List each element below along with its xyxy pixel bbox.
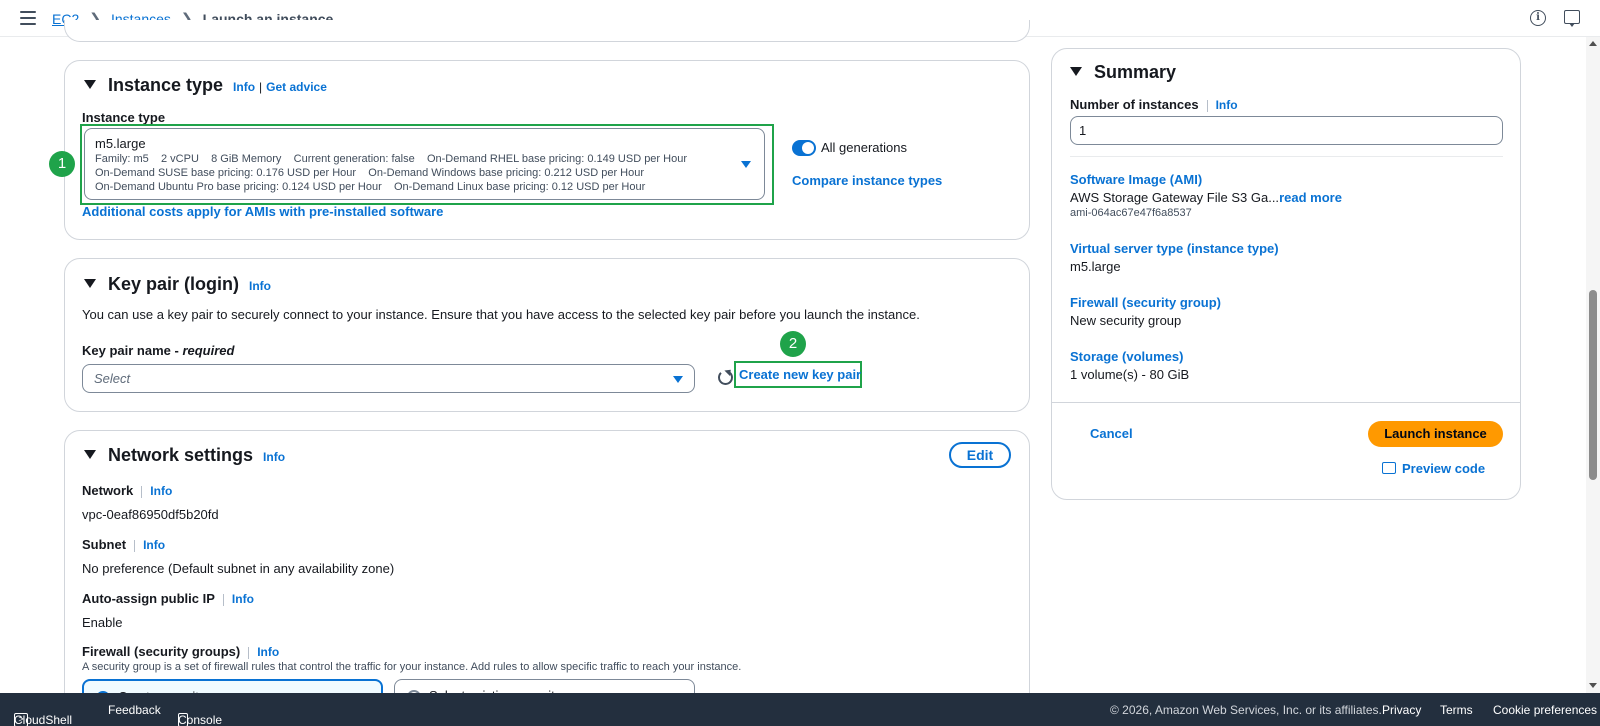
num-instances-label-text: Number of instances <box>1070 97 1199 112</box>
launch-instance-button[interactable]: Launch instance <box>1368 421 1503 447</box>
info-icon[interactable]: i <box>1530 10 1546 26</box>
scroll-up-icon[interactable] <box>1589 41 1597 46</box>
ami-link[interactable]: Software Image (AMI) <box>1070 172 1202 187</box>
firewall-summary-value: New security group <box>1070 313 1182 328</box>
storage-summary-link[interactable]: Storage (volumes) <box>1070 349 1183 364</box>
instance-type-select[interactable]: m5.large Family: m5 2 vCPU 8 GiB Memory … <box>84 128 765 200</box>
copyright-text: © 2026, Amazon Web Services, Inc. or its… <box>1110 703 1382 717</box>
mobile-app-label: Console Mobile App <box>178 713 223 726</box>
ami-value-text: AWS Storage Gateway File S3 Ga... <box>1070 190 1280 205</box>
key-pair-info-link[interactable]: Info <box>249 279 271 293</box>
collapse-triangle-icon[interactable] <box>84 80 96 89</box>
additional-costs-link[interactable]: Additional costs apply for AMIs with pre… <box>82 204 443 219</box>
dropdown-caret-icon <box>741 161 751 168</box>
refresh-icon[interactable] <box>718 370 733 385</box>
key-pair-name-text: Key pair name - <box>82 343 183 358</box>
summary-header[interactable]: Summary <box>1070 62 1176 83</box>
firewall-description: A security group is a set of firewall ru… <box>82 661 742 673</box>
network-field-info-link[interactable]: Info <box>150 484 172 498</box>
instance-type-info-link[interactable]: Info <box>233 80 255 94</box>
separator <box>222 593 224 606</box>
read-more-link[interactable]: read more <box>1279 190 1342 205</box>
step-badge-1: 1 <box>49 151 75 177</box>
storage-summary-value: 1 volume(s) - 80 GiB <box>1070 367 1190 382</box>
scrollbar-thumb[interactable] <box>1589 290 1597 480</box>
instance-type-detail-1: Family: m5 2 vCPU 8 GiB Memory Current g… <box>95 153 687 165</box>
preview-code-link[interactable]: Preview code <box>1382 461 1485 476</box>
network-info-link[interactable]: Info <box>263 450 285 464</box>
network-label-text: Network <box>82 483 134 498</box>
ami-id: ami-064ac67e47f6a8537 <box>1070 207 1192 219</box>
separator <box>141 485 143 498</box>
feedback-link[interactable]: Feedback <box>108 703 161 717</box>
required-text: required <box>182 343 235 358</box>
key-pair-title: Key pair (login) <box>108 274 240 294</box>
subnet-info-link[interactable]: Info <box>143 538 165 552</box>
instance-type-detail-2: On-Demand SUSE base pricing: 0.176 USD p… <box>95 167 645 179</box>
network-settings-title: Network settings <box>108 445 254 465</box>
instance-type-selected-value: m5.large <box>95 136 146 151</box>
cancel-button[interactable]: Cancel <box>1090 426 1133 441</box>
footer: >CloudShell Feedback Console Mobile App … <box>0 693 1600 726</box>
key-pair-header[interactable]: Key pair (login) Info <box>84 274 271 295</box>
previous-section-card <box>64 20 1030 42</box>
firewall-label: Firewall (security groups) Info <box>82 644 279 659</box>
separator: | <box>259 80 263 94</box>
network-value: vpc-0eaf86950df5b20fd <box>82 507 219 522</box>
ami-value: AWS Storage Gateway File S3 Ga...read mo… <box>1070 190 1342 205</box>
all-generations-toggle[interactable] <box>792 140 816 156</box>
num-instances-input[interactable]: 1 <box>1070 116 1503 145</box>
key-pair-name-label: Key pair name - required <box>82 343 234 358</box>
firewall-info-link[interactable]: Info <box>257 645 279 659</box>
preview-code-label: Preview code <box>1402 461 1486 476</box>
privacy-link[interactable]: Privacy <box>1382 703 1421 717</box>
instance-type-header[interactable]: Instance type Info | Get advice <box>84 75 327 96</box>
collapse-triangle-icon[interactable] <box>84 450 96 459</box>
collapse-triangle-icon[interactable] <box>84 279 96 288</box>
all-generations-label: All generations <box>821 140 907 155</box>
divider <box>1070 156 1503 157</box>
instance-type-field-label: Instance type <box>82 110 166 125</box>
dropdown-caret-icon <box>673 376 683 383</box>
divider <box>1052 402 1520 403</box>
feedback-icon[interactable] <box>1564 10 1580 27</box>
num-instances-label: Number of instances Info <box>1070 97 1238 112</box>
separator <box>248 646 250 659</box>
public-ip-label-text: Auto-assign public IP <box>82 591 215 606</box>
subnet-label: Subnet Info <box>82 537 165 552</box>
create-key-pair-link[interactable]: Create new key pair <box>739 367 861 382</box>
instance-type-title: Instance type <box>108 75 224 95</box>
network-label: Network Info <box>82 483 172 498</box>
separator <box>1206 99 1208 112</box>
edit-button[interactable]: Edit <box>949 442 1011 468</box>
collapse-triangle-icon[interactable] <box>1070 67 1082 76</box>
step-badge-2: 2 <box>780 331 806 357</box>
subnet-label-text: Subnet <box>82 537 127 552</box>
cookie-preferences-link[interactable]: Cookie preferences <box>1493 703 1597 717</box>
key-pair-placeholder: Select <box>94 371 131 386</box>
public-ip-value: Enable <box>82 615 123 630</box>
scroll-down-icon[interactable] <box>1589 683 1597 688</box>
menu-icon[interactable] <box>20 11 36 25</box>
cloudshell-label: CloudShell <box>14 713 73 726</box>
key-pair-description: You can use a key pair to securely conne… <box>82 307 920 322</box>
public-ip-info-link[interactable]: Info <box>232 592 254 606</box>
summary-title: Summary <box>1094 62 1177 82</box>
get-advice-link[interactable]: Get advice <box>266 80 327 94</box>
subnet-value: No preference (Default subnet in any ava… <box>82 561 395 576</box>
terms-link[interactable]: Terms <box>1440 703 1473 717</box>
firewall-label-text: Firewall (security groups) <box>82 644 241 659</box>
separator <box>134 539 136 552</box>
code-icon <box>1382 462 1396 474</box>
network-settings-header[interactable]: Network settings Info <box>84 445 285 466</box>
firewall-summary-link[interactable]: Firewall (security group) <box>1070 295 1221 310</box>
key-pair-select[interactable]: Select <box>82 364 695 393</box>
server-type-link[interactable]: Virtual server type (instance type) <box>1070 241 1279 256</box>
public-ip-label: Auto-assign public IP Info <box>82 591 254 606</box>
compare-instance-types-link[interactable]: Compare instance types <box>792 173 942 188</box>
num-instances-info-link[interactable]: Info <box>1216 98 1238 112</box>
server-type-value: m5.large <box>1070 259 1121 274</box>
instance-type-detail-3: On-Demand Ubuntu Pro base pricing: 0.124… <box>95 181 646 193</box>
